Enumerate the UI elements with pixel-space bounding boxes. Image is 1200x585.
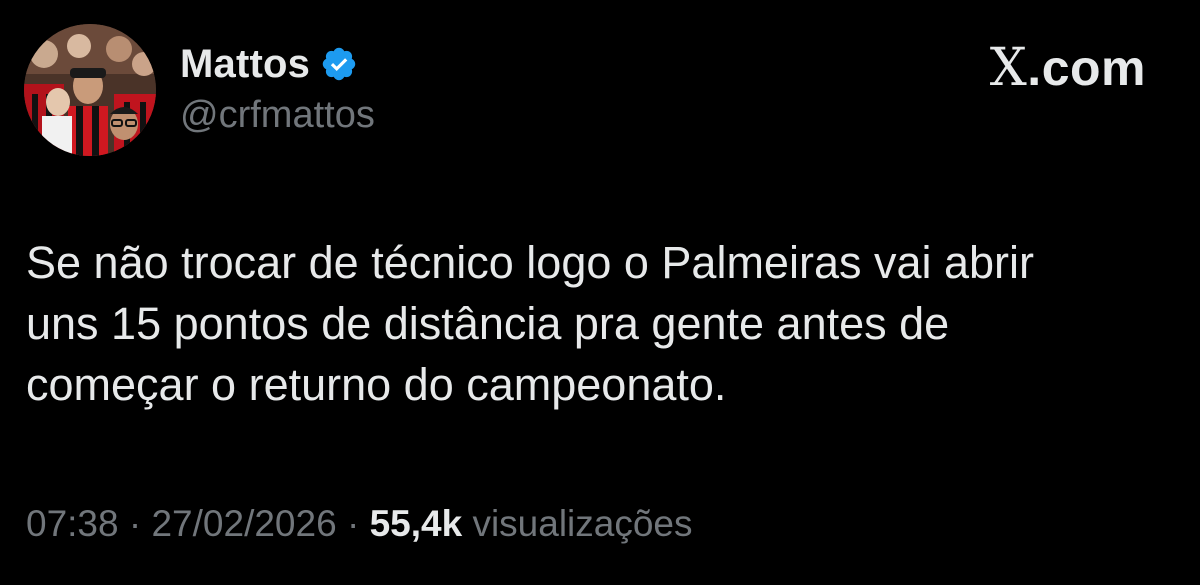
verified-badge-icon [320,45,358,83]
tweet-date[interactable]: 27/02/2026 [151,503,336,544]
tweet-text: Se não trocar de técnico logo o Palmeira… [26,232,1176,415]
tweet-meta: 07:38 · 27/02/2026 · 55,4k visualizações [26,503,693,545]
tweet-text-line: começar o returno do campeonato. [26,359,727,410]
x-logo-icon: X [989,38,1028,98]
meta-separator: · [346,503,360,544]
views-count: 55,4k [369,503,463,544]
avatar[interactable] [24,24,156,156]
tweet-time[interactable]: 07:38 [26,503,119,544]
meta-separator: · [128,503,142,544]
author-block: Mattos @crfmattos [180,38,375,137]
user-handle[interactable]: @crfmattos [180,94,375,137]
display-name[interactable]: Mattos [180,42,310,87]
tweet-card: Mattos @crfmattos X .com Se não trocar de… [0,0,1200,585]
tweet-text-line: uns 15 pontos de distância pra gente ant… [26,298,950,349]
x-com-logo: X .com [990,38,1146,98]
name-row: Mattos [180,38,375,90]
avatar-photo [24,24,156,156]
tweet-text-line: Se não trocar de técnico logo o Palmeira… [26,237,1035,288]
brand-domain: .com [1027,40,1146,96]
views-label: visualizações [472,503,693,544]
